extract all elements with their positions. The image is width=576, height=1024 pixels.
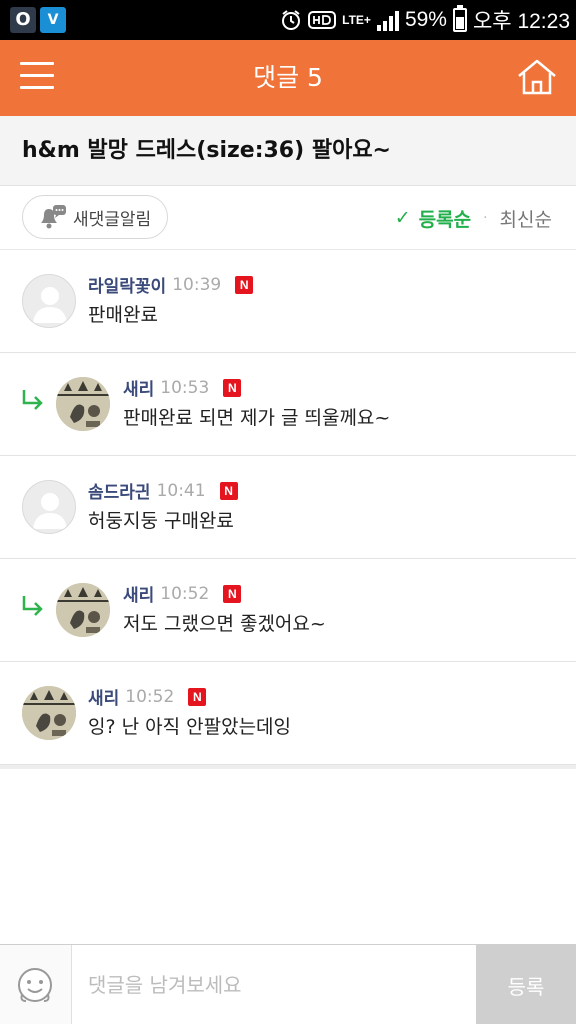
status-indicators: LTE+ 59% 오후 12:23 bbox=[280, 0, 570, 40]
bell-icon bbox=[41, 205, 66, 229]
comment-text: 허둥지둥 구매완료 bbox=[88, 510, 234, 532]
comment-author[interactable]: 솜드라긘 bbox=[88, 478, 151, 503]
comment-time: 10:52 bbox=[125, 686, 175, 707]
comment-text: 판매완료 되면 제가 글 띄울께요~ bbox=[123, 407, 391, 429]
avatar[interactable] bbox=[22, 480, 76, 534]
sort-by-latest[interactable]: 최신순 bbox=[500, 205, 552, 232]
user-photo-icon bbox=[56, 583, 110, 637]
avatar[interactable] bbox=[22, 686, 76, 740]
default-avatar-icon bbox=[33, 287, 67, 323]
post-title-bar: h&m 발망 드레스(size:36) 팔아요~ bbox=[0, 116, 576, 186]
user-photo-icon bbox=[56, 377, 110, 431]
signal-icon bbox=[376, 9, 399, 31]
new-badge: N bbox=[235, 275, 254, 294]
comment-item[interactable]: 라일락꽃이 10:39 N 판매완료 bbox=[0, 250, 576, 353]
clock: 오후 12:23 bbox=[472, 10, 570, 33]
new-badge: N bbox=[223, 584, 242, 603]
sort-by-registered[interactable]: 등록순 bbox=[419, 205, 471, 232]
comment-item[interactable]: 새리 10:52 N 잉? 난 아직 안팔았는데잉 bbox=[0, 662, 576, 765]
status-bar: O V LTE+ 59% 오후 12:23 bbox=[0, 0, 576, 40]
v3-notification-icon: V bbox=[40, 7, 66, 33]
comment-time: 10:39 bbox=[172, 274, 222, 295]
new-badge: N bbox=[223, 378, 242, 397]
submit-button[interactable]: 등록 bbox=[476, 945, 576, 1024]
battery-icon bbox=[452, 5, 467, 32]
comment-toolbar: 새댓글알림 ✓ 등록순 · 최신순 bbox=[0, 186, 576, 250]
default-avatar-icon bbox=[33, 493, 67, 529]
avatar[interactable] bbox=[56, 583, 110, 637]
comment-header: 새리 10:52 N bbox=[123, 581, 242, 606]
separator-dot: · bbox=[483, 210, 488, 226]
comment-header: 라일락꽃이 10:39 N bbox=[88, 272, 254, 297]
user-photo-icon bbox=[22, 686, 76, 740]
app-header: 댓글 5 bbox=[0, 40, 576, 116]
post-title: h&m 발망 드레스(size:36) 팔아요~ bbox=[22, 138, 391, 163]
comment-author[interactable]: 새리 bbox=[123, 375, 154, 400]
new-badge: N bbox=[188, 687, 207, 706]
sort-options: ✓ 등록순 · 최신순 bbox=[395, 186, 552, 250]
notification-icons: O V bbox=[10, 7, 66, 33]
comment-text: 저도 그랬으면 좋겠어요~ bbox=[123, 613, 326, 635]
comment-time: 10:41 bbox=[156, 480, 206, 501]
smiley-icon bbox=[18, 968, 52, 1002]
reply-arrow-icon bbox=[22, 390, 43, 410]
list-end-divider bbox=[0, 765, 576, 769]
comment-list: 라일락꽃이 10:39 N 판매완료 새리 10:53 N 판매완료 되면 제가… bbox=[0, 250, 576, 769]
comment-item[interactable]: 솜드라긘 10:41 N 허둥지둥 구매완료 bbox=[0, 456, 576, 559]
comment-text: 잉? 난 아직 안팔았는데잉 bbox=[88, 716, 292, 738]
comment-author[interactable]: 새리 bbox=[123, 581, 154, 606]
comment-item[interactable]: 새리 10:52 N 저도 그랬으면 좋겠어요~ bbox=[0, 559, 576, 662]
battery-percent: 59% bbox=[404, 8, 447, 31]
home-button[interactable] bbox=[516, 58, 558, 96]
home-icon bbox=[518, 59, 556, 95]
emoticon-button[interactable] bbox=[0, 945, 72, 1024]
comment-header: 새리 10:53 N bbox=[123, 375, 242, 400]
alert-label: 새댓글알림 bbox=[73, 209, 152, 230]
comment-text: 판매완료 bbox=[88, 304, 158, 326]
comment-input[interactable] bbox=[88, 965, 458, 1005]
new-badge: N bbox=[219, 481, 238, 500]
alarm-icon bbox=[282, 10, 301, 30]
comment-time: 10:53 bbox=[160, 377, 210, 398]
avatar[interactable] bbox=[22, 274, 76, 328]
new-comment-alert-button[interactable]: 새댓글알림 bbox=[22, 195, 169, 239]
hd-icon bbox=[308, 11, 337, 29]
comment-header: 새리 10:52 N bbox=[88, 684, 207, 709]
comment-input-bar: 등록 bbox=[0, 944, 576, 1024]
check-icon: ✓ bbox=[394, 207, 411, 229]
avatar[interactable] bbox=[56, 377, 110, 431]
comment-item[interactable]: 새리 10:53 N 판매완료 되면 제가 글 띄울께요~ bbox=[0, 353, 576, 456]
page-title: 댓글 5 bbox=[253, 63, 323, 92]
app-notification-icon: O bbox=[10, 7, 36, 33]
reply-arrow-icon bbox=[22, 596, 43, 616]
comment-author[interactable]: 새리 bbox=[88, 684, 119, 709]
comment-time: 10:52 bbox=[160, 583, 210, 604]
comment-header: 솜드라긘 10:41 N bbox=[88, 478, 238, 503]
comment-author[interactable]: 라일락꽃이 bbox=[88, 272, 166, 297]
lte-icon: LTE+ bbox=[342, 12, 371, 27]
